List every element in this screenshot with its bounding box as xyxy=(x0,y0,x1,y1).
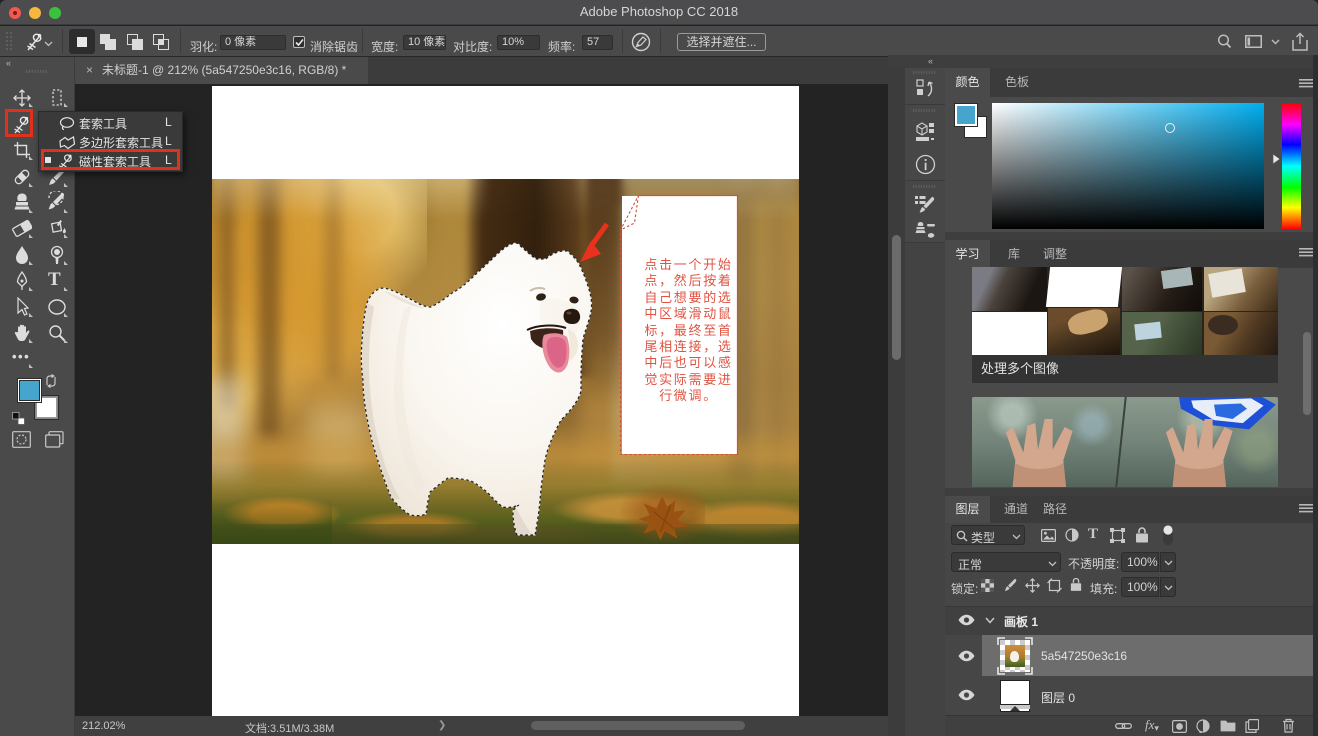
svg-text:▾: ▾ xyxy=(1199,730,1203,733)
